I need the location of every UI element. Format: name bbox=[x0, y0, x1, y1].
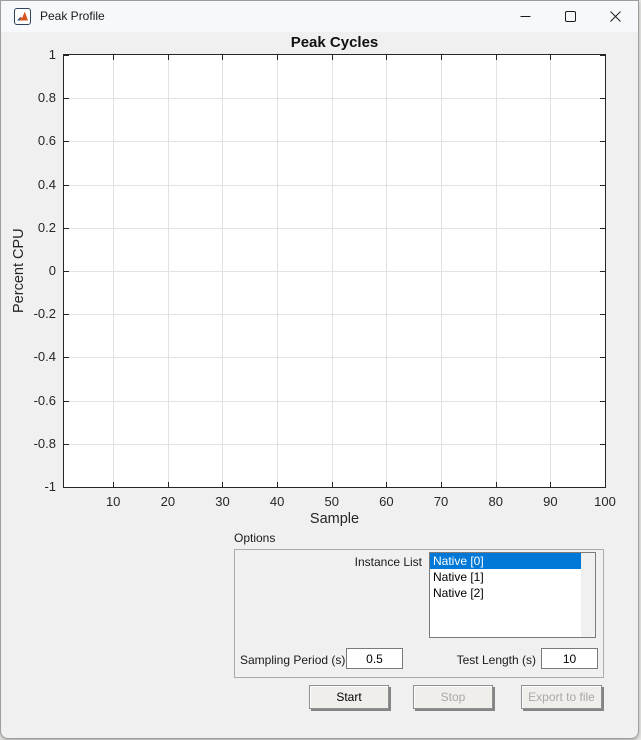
y-tick-mark bbox=[600, 141, 605, 142]
instance-list-label: Instance List bbox=[234, 555, 422, 569]
x-tick-label: 40 bbox=[252, 494, 302, 509]
y-tick-mark bbox=[600, 271, 605, 272]
titlebar: Peak Profile bbox=[1, 1, 638, 32]
y-tick-mark bbox=[64, 98, 69, 99]
x-tick-label: 80 bbox=[471, 494, 521, 509]
y-gridline bbox=[64, 141, 605, 142]
x-tick-label: 30 bbox=[197, 494, 247, 509]
window-title: Peak Profile bbox=[40, 9, 105, 23]
x-tick-mark bbox=[168, 55, 169, 60]
y-gridline bbox=[64, 271, 605, 272]
x-tick-mark bbox=[550, 55, 551, 60]
minimize-button[interactable] bbox=[503, 1, 548, 32]
instance-listbox[interactable]: Native [0]Native [1]Native [2] bbox=[429, 552, 596, 638]
start-button[interactable]: Start bbox=[309, 685, 389, 709]
x-tick-mark bbox=[496, 55, 497, 60]
y-tick-mark bbox=[64, 228, 69, 229]
test-length-field[interactable] bbox=[541, 648, 598, 669]
x-tick-mark bbox=[222, 55, 223, 60]
y-tick-mark bbox=[600, 487, 605, 488]
y-gridline bbox=[64, 401, 605, 402]
figure-window: Peak Profile Peak Cycles 10 20 30 40 50 60 70 8… bbox=[0, 0, 639, 739]
test-length-label: Test Length (s) bbox=[421, 653, 536, 667]
x-tick-mark bbox=[496, 482, 497, 487]
y-tick-mark bbox=[64, 141, 69, 142]
y-tick-mark bbox=[600, 98, 605, 99]
x-tick-label: 60 bbox=[361, 494, 411, 509]
x-axis-label: Sample bbox=[63, 511, 606, 527]
y-gridline bbox=[64, 228, 605, 229]
maximize-icon bbox=[565, 11, 576, 22]
plot-area bbox=[63, 54, 606, 488]
x-tick-mark bbox=[113, 55, 114, 60]
x-tick-mark bbox=[441, 482, 442, 487]
x-tick-mark bbox=[222, 482, 223, 487]
list-item[interactable]: Native [1] bbox=[430, 569, 581, 585]
x-tick-label: 100 bbox=[580, 494, 630, 509]
y-tick-mark bbox=[600, 314, 605, 315]
maximize-button[interactable] bbox=[548, 1, 593, 32]
x-tick-mark bbox=[332, 55, 333, 60]
y-tick-mark bbox=[64, 314, 69, 315]
y-tick-mark bbox=[64, 487, 69, 488]
x-tick-mark bbox=[277, 55, 278, 60]
y-tick-mark bbox=[600, 444, 605, 445]
x-tick-mark bbox=[277, 482, 278, 487]
close-button[interactable] bbox=[593, 1, 638, 32]
x-tick-label: 50 bbox=[307, 494, 357, 509]
y-tick-mark bbox=[600, 357, 605, 358]
list-item[interactable]: Native [2] bbox=[430, 585, 581, 601]
stop-button: Stop bbox=[413, 685, 493, 709]
y-gridline bbox=[64, 98, 605, 99]
x-tick-mark bbox=[605, 55, 606, 60]
x-tick-label: 10 bbox=[88, 494, 138, 509]
y-tick-mark bbox=[64, 357, 69, 358]
x-tick-label: 70 bbox=[416, 494, 466, 509]
y-gridline bbox=[64, 185, 605, 186]
x-tick-mark bbox=[550, 482, 551, 487]
x-tick-mark bbox=[386, 482, 387, 487]
x-tick-mark bbox=[332, 482, 333, 487]
x-tick-mark bbox=[386, 55, 387, 60]
chart-title: Peak Cycles bbox=[63, 34, 606, 51]
y-gridline bbox=[64, 444, 605, 445]
y-tick-mark bbox=[600, 401, 605, 402]
y-tick-mark bbox=[600, 228, 605, 229]
sampling-period-field[interactable] bbox=[346, 648, 403, 669]
x-tick-label: 20 bbox=[143, 494, 193, 509]
y-tick-mark bbox=[600, 55, 605, 56]
list-item[interactable]: Native [0] bbox=[430, 553, 581, 569]
x-tick-mark bbox=[168, 482, 169, 487]
matlab-icon bbox=[14, 8, 31, 25]
y-gridline bbox=[64, 357, 605, 358]
sampling-period-label: Sampling Period (s) bbox=[240, 653, 345, 667]
caption-buttons bbox=[503, 1, 638, 32]
y-tick-mark bbox=[600, 185, 605, 186]
x-tick-mark bbox=[441, 55, 442, 60]
y-tick-mark bbox=[64, 55, 69, 56]
x-tick-mark bbox=[605, 482, 606, 487]
close-icon bbox=[610, 11, 621, 22]
x-tick-mark bbox=[113, 482, 114, 487]
options-panel-title: Options bbox=[234, 531, 275, 545]
y-tick-mark bbox=[64, 444, 69, 445]
minimize-icon bbox=[520, 11, 531, 22]
listbox-scrollbar[interactable] bbox=[581, 553, 595, 637]
y-gridline bbox=[64, 314, 605, 315]
y-tick-mark bbox=[64, 271, 69, 272]
y-tick-mark bbox=[64, 401, 69, 402]
y-axis-label: Percent CPU bbox=[11, 54, 31, 488]
y-tick-mark bbox=[64, 185, 69, 186]
x-tick-label: 90 bbox=[525, 494, 575, 509]
export-to-file-button: Export to file bbox=[521, 685, 602, 709]
